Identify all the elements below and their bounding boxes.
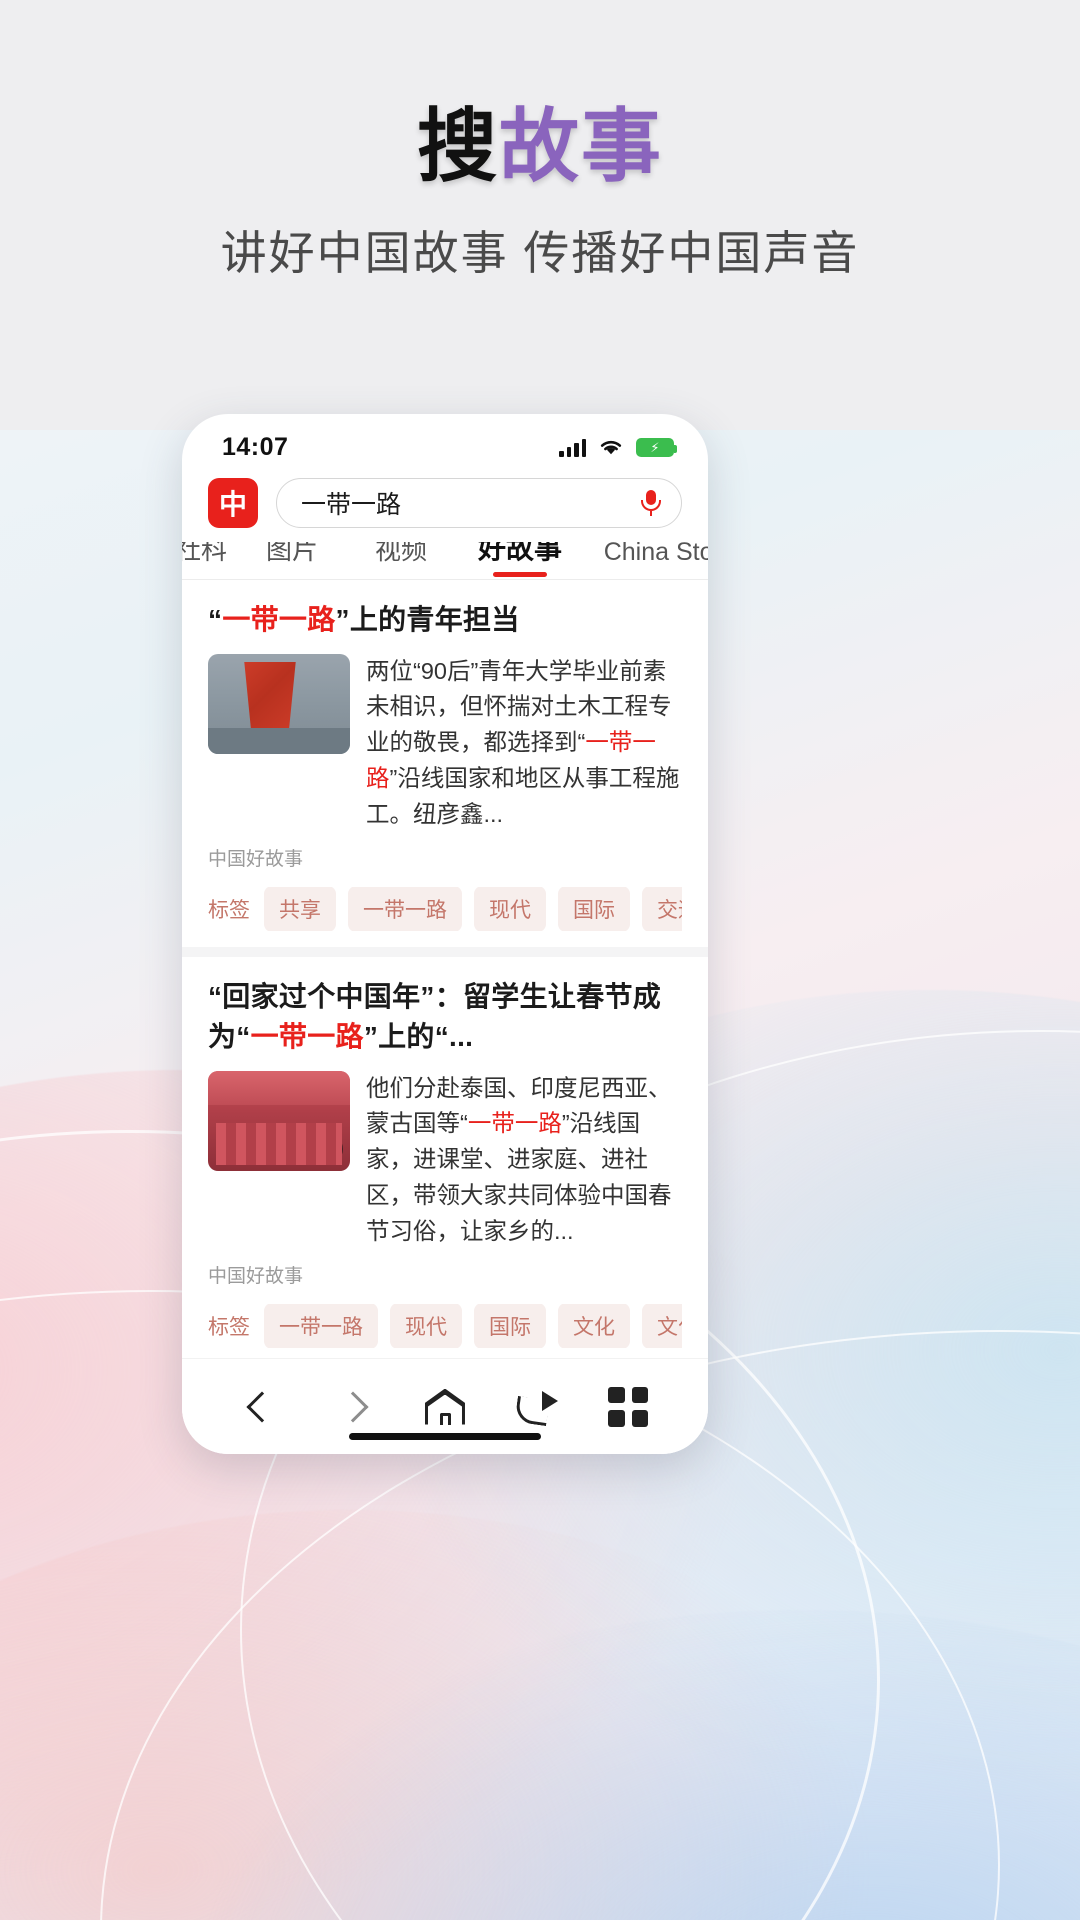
back-button[interactable] [234, 1379, 290, 1435]
tag-chip[interactable]: 国际 [474, 1304, 546, 1349]
cellular-bars-icon [559, 438, 586, 457]
article-source: 中国好故事 [208, 849, 304, 871]
tag-chip[interactable]: 国际 [558, 887, 630, 932]
article-title-post: ”上的青年担当 [335, 603, 520, 635]
hero-section: 搜故事 讲好中国故事 传播好中国声音 [0, 0, 1080, 283]
article-title-highlight: 一带一路 [250, 1021, 364, 1052]
tag-chip[interactable]: 现代 [474, 887, 546, 932]
tag-row-label: 标签 [208, 899, 250, 923]
article-card[interactable]: “一带一路”上的青年担当 两位“90后”青年大学毕业前素未相识，但怀揣对土木工程… [182, 579, 708, 948]
search-query-text: 一带一路 [301, 491, 402, 519]
status-time: 14:07 [222, 432, 289, 461]
article-tag-row: 标签 一带一路 现代 国际 文化 文化交流 [208, 1304, 682, 1349]
windows-grid-icon [608, 1386, 649, 1427]
article-snippet: 他们分赴泰国、印度尼西亚、蒙古国等“一带一路”沿线国家，进课堂、进家庭、进社区，… [366, 1071, 682, 1250]
article-body: 他们分赴泰国、印度尼西亚、蒙古国等“一带一路”沿线国家，进课堂、进家庭、进社区，… [208, 1070, 682, 1250]
status-icons: ⚡ [559, 437, 677, 457]
home-icon [425, 1389, 465, 1425]
home-button[interactable] [417, 1379, 473, 1435]
tab-good-stories[interactable]: 好故事 [456, 542, 584, 579]
article-title-pre: “ [208, 603, 223, 635]
category-tabs: 社科 图片 视频 好故事 China Story [182, 542, 708, 580]
wifi-icon [600, 440, 622, 455]
tag-chip[interactable]: 文化交流 [642, 1304, 682, 1349]
page-title: 搜故事 [0, 105, 1080, 189]
forward-button[interactable] [325, 1379, 381, 1435]
article-card[interactable]: “回家过个中国年”：留学生让春节成为“一带一路”上的“... 他们分赴泰国、印度… [182, 947, 708, 1358]
article-thumbnail[interactable] [208, 1070, 350, 1171]
tag-chip[interactable]: 交通 [642, 887, 682, 932]
article-title: “一带一路”上的青年担当 [208, 600, 682, 640]
app-logo-button[interactable]: 中 [208, 478, 258, 528]
tab-images[interactable]: 图片 [238, 542, 346, 579]
phone-mockup: 14:07 ⚡ 中 一带一路 社科 图片 视频 好故事 China Sto [182, 414, 708, 1454]
article-body: 两位“90后”青年大学毕业前素未相识，但怀揣对土木工程专业的敬畏，都选择到“一带… [208, 653, 682, 833]
home-indicator [349, 1433, 541, 1440]
share-button[interactable] [509, 1379, 565, 1435]
article-tag-row: 标签 共享 一带一路 现代 国际 交通 [208, 887, 682, 932]
article-thumbnail[interactable] [208, 653, 350, 754]
share-icon [513, 1390, 558, 1426]
tab-china-story[interactable]: China Story [584, 542, 708, 579]
article-source: 中国好故事 [208, 1266, 304, 1288]
status-bar: 14:07 ⚡ [182, 414, 708, 470]
tag-row-label: 标签 [208, 1316, 250, 1340]
article-snippet-highlight: 一带一路 [467, 1110, 562, 1137]
article-title: “回家过个中国年”：留学生让春节成为“一带一路”上的“... [208, 977, 682, 1057]
tab-shehui-ke[interactable]: 社科 [182, 542, 238, 579]
tag-chip[interactable]: 共享 [264, 887, 336, 932]
page-title-part-1: 搜 [417, 102, 499, 191]
tag-chip[interactable]: 文化 [558, 1304, 630, 1349]
article-title-post: ”上的“... [363, 1021, 474, 1052]
forward-chevron-icon [337, 1390, 369, 1423]
article-snippet: 两位“90后”青年大学毕业前素未相识，但怀揣对土木工程专业的敬畏，都选择到“一带… [366, 654, 682, 833]
page-subtitle: 讲好中国故事 传播好中国声音 [220, 227, 860, 279]
page-title-part-2: 故事 [499, 102, 663, 191]
tab-videos[interactable]: 视频 [346, 542, 456, 579]
back-chevron-icon [246, 1390, 278, 1423]
battery-bolt-glyph: ⚡ [650, 439, 660, 455]
tag-chip[interactable]: 一带一路 [264, 1304, 378, 1349]
search-bar: 中 一带一路 [182, 470, 708, 542]
search-input[interactable]: 一带一路 [276, 478, 682, 528]
tag-chip[interactable]: 现代 [390, 1304, 462, 1349]
article-title-highlight: 一带一路 [222, 603, 336, 635]
tabs-overview-button[interactable] [600, 1379, 656, 1435]
play-badge-icon[interactable] [313, 1133, 343, 1164]
tag-chip[interactable]: 一带一路 [348, 887, 462, 932]
article-feed[interactable]: “一带一路”上的青年担当 两位“90后”青年大学毕业前素未相识，但怀揣对土木工程… [182, 579, 708, 1358]
battery-charging-icon: ⚡ [636, 437, 677, 457]
microphone-icon[interactable] [639, 488, 663, 518]
article-snippet-part-2: ”沿线国家和地区从事工程施工。纽彦鑫... [366, 764, 680, 827]
